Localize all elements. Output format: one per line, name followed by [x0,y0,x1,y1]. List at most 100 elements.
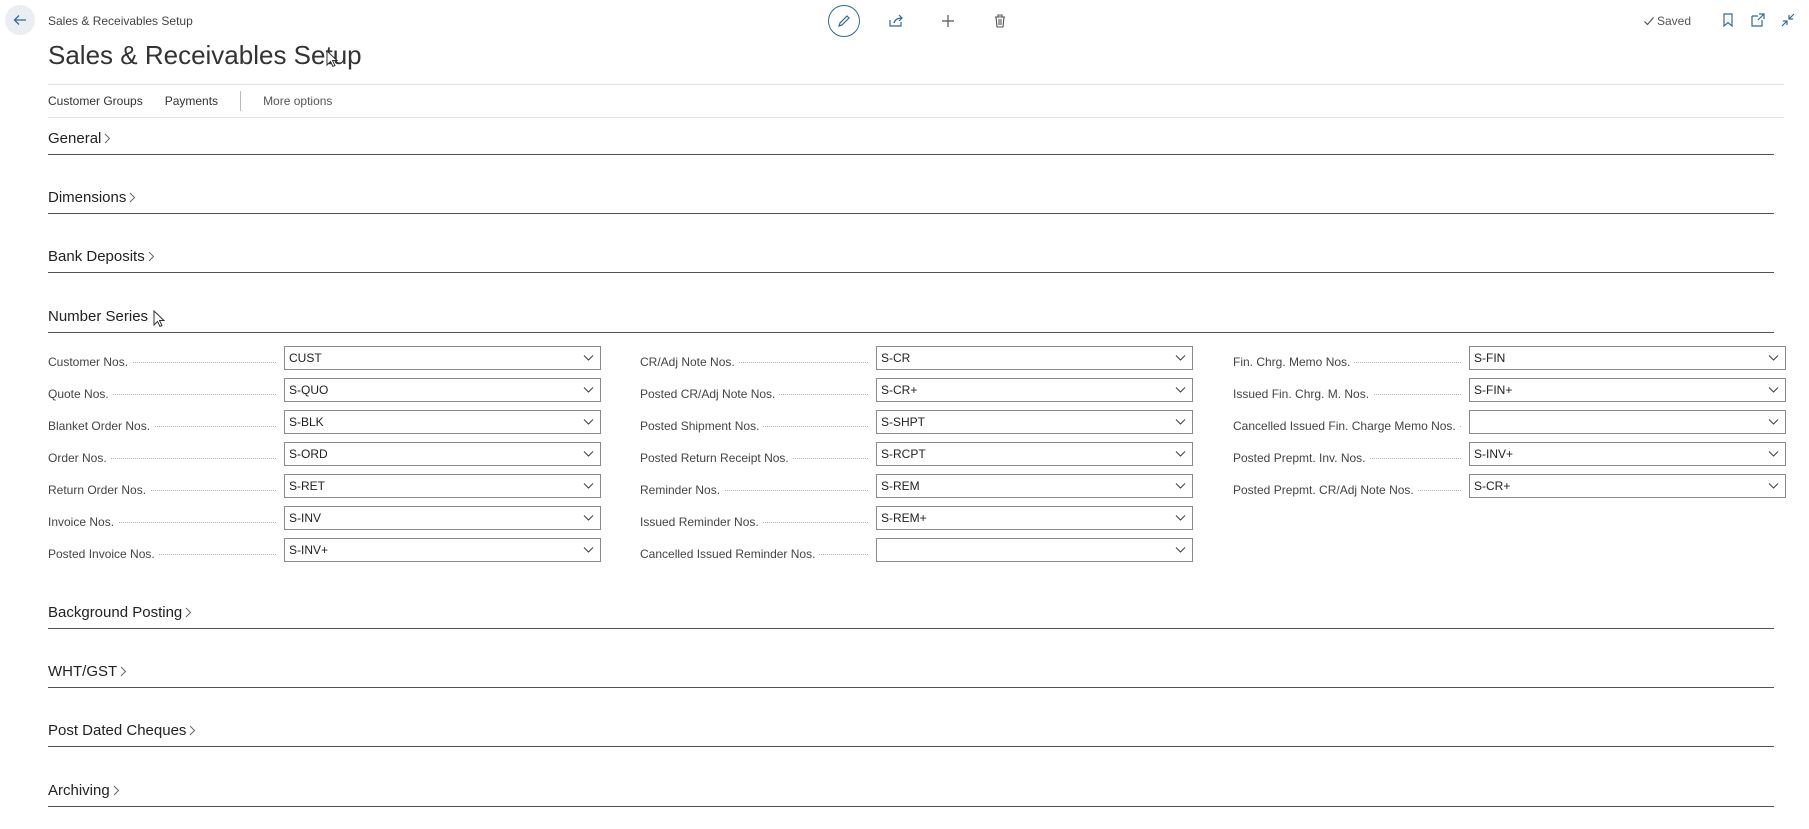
select-value: S-FIN+ [1474,383,1513,397]
number-series-select[interactable]: S-RET [284,474,601,498]
number-series-select[interactable]: S-INV+ [1469,442,1786,466]
share-icon [889,14,903,27]
field-row: Cancelled Issued Reminder Nos. [640,538,1196,570]
field-row: Posted Shipment Nos. S-SHPT [640,410,1196,442]
saved-status: Saved [1643,14,1691,28]
customer-groups-action[interactable]: Customer Groups [48,94,143,108]
number-series-select[interactable]: CUST [284,346,601,370]
top-bar: Sales & Receivables Setup Saved [0,0,1809,44]
section-background-posting[interactable]: Background Posting [48,602,1774,629]
number-series-select[interactable]: S-CR+ [876,378,1193,402]
field-label: Posted Prepmt. Inv. Nos. [1233,451,1370,465]
number-series-select[interactable]: S-QUO [284,378,601,402]
select-value: S-REM+ [881,511,927,525]
chevron-down-icon [583,483,594,489]
breadcrumb: Sales & Receivables Setup [48,14,193,28]
chevron-down-icon [583,515,594,521]
select-value: S-INV+ [289,543,329,557]
number-series-select[interactable]: S-SHPT [876,410,1193,434]
field-label: Posted Prepmt. CR/Adj Note Nos. [1233,483,1418,497]
chevron-down-icon [1768,419,1779,425]
select-value: S-REM [881,479,920,493]
chevron-down-icon [1175,515,1186,521]
chevron-down-icon [1768,483,1779,489]
delete-button[interactable] [984,5,1016,37]
chevron-right-icon [105,133,111,144]
field-label: Cancelled Issued Reminder Nos. [640,547,820,561]
select-value: S-RET [289,479,325,493]
select-value: S-QUO [289,383,329,397]
back-button[interactable] [5,5,35,35]
section-archiving[interactable]: Archiving [48,780,1774,807]
bookmark-button[interactable] [1718,10,1738,30]
section-general[interactable]: General [48,128,1774,155]
field-row: Reminder Nos. S-REM [640,474,1196,506]
open-in-new-window-icon [1751,13,1765,27]
section-bank-deposits[interactable]: Bank Deposits [48,246,1774,273]
field-label: Cancelled Issued Fin. Charge Memo Nos. [1233,419,1460,433]
number-series-select[interactable]: S-FIN+ [1469,378,1786,402]
chevron-down-icon [583,419,594,425]
number-series-select[interactable] [1469,410,1786,434]
number-series-select[interactable]: S-BLK [284,410,601,434]
chevron-down-icon [583,451,594,457]
field-row: Cancelled Issued Fin. Charge Memo Nos. [1233,410,1789,442]
number-series-select[interactable]: S-INV+ [284,538,601,562]
section-wht-gst[interactable]: WHT/GST [48,661,1774,688]
new-button[interactable] [932,5,964,37]
check-icon [1644,17,1654,26]
select-value: S-SHPT [881,415,926,429]
edit-button[interactable] [828,5,860,37]
field-row: Fin. Chrg. Memo Nos. S-FIN [1233,346,1789,378]
field-label: Blanket Order Nos. [48,419,155,433]
number-series-select[interactable]: S-RCPT [876,442,1193,466]
field-label: Customer Nos. [48,355,133,369]
collapse-button[interactable] [1778,10,1798,30]
more-options-action[interactable]: More options [263,94,332,108]
chevron-down-icon [1768,355,1779,361]
field-row: Posted Prepmt. Inv. Nos. S-INV+ [1233,442,1789,474]
number-series-column-1: Customer Nos. CUST Quote Nos. S-QUO Blanket … [48,346,604,570]
select-value: S-INV+ [1474,447,1514,461]
share-button[interactable] [880,5,912,37]
select-value: S-FIN [1474,351,1506,365]
trash-icon [995,14,1005,28]
chevron-down-icon [583,387,594,393]
number-series-select[interactable]: S-CR+ [1469,474,1786,498]
section-number-series[interactable]: Number Series [48,306,1774,333]
toolbar [828,5,1036,37]
chevron-right-icon [185,607,192,618]
number-series-select[interactable]: S-INV [284,506,601,530]
field-row: Customer Nos. CUST [48,346,604,378]
chevron-right-icon [120,666,127,677]
chevron-down-icon [1175,547,1186,553]
number-series-select[interactable]: S-REM+ [876,506,1193,530]
number-series-select[interactable]: S-ORD [284,442,601,466]
field-label: Posted Shipment Nos. [640,419,764,433]
chevron-down-icon [1768,451,1779,457]
action-separator [240,91,242,111]
section-post-dated-cheques[interactable]: Post Dated Cheques [48,720,1774,747]
number-series-select[interactable]: S-CR [876,346,1193,370]
field-label: Issued Fin. Chrg. M. Nos. [1233,387,1374,401]
field-row: Issued Fin. Chrg. M. Nos. S-FIN+ [1233,378,1789,410]
number-series-column-2: CR/Adj Note Nos. S-CR Posted CR/Adj Note N… [640,346,1196,570]
open-new-window-button[interactable] [1748,10,1768,30]
field-label: Issued Reminder Nos. [640,515,763,529]
number-series-select[interactable]: S-REM [876,474,1193,498]
field-row: Blanket Order Nos. S-BLK [48,410,604,442]
select-value: S-BLK [289,415,324,429]
number-series-select[interactable]: S-FIN [1469,346,1786,370]
section-dimensions[interactable]: Dimensions [48,187,1774,214]
select-value: S-INV [289,511,322,525]
number-series-select[interactable] [876,538,1193,562]
field-row: Posted Return Receipt Nos. S-RCPT [640,442,1196,474]
window-actions [1718,10,1798,30]
chevron-down-icon [1175,483,1186,489]
chevron-right-icon [148,251,154,262]
chevron-right-icon [113,785,119,796]
mouse-pointer-icon [326,50,338,68]
payments-action[interactable]: Payments [165,94,218,108]
chevron-down-icon [583,547,594,553]
chevron-down-icon [583,355,594,361]
